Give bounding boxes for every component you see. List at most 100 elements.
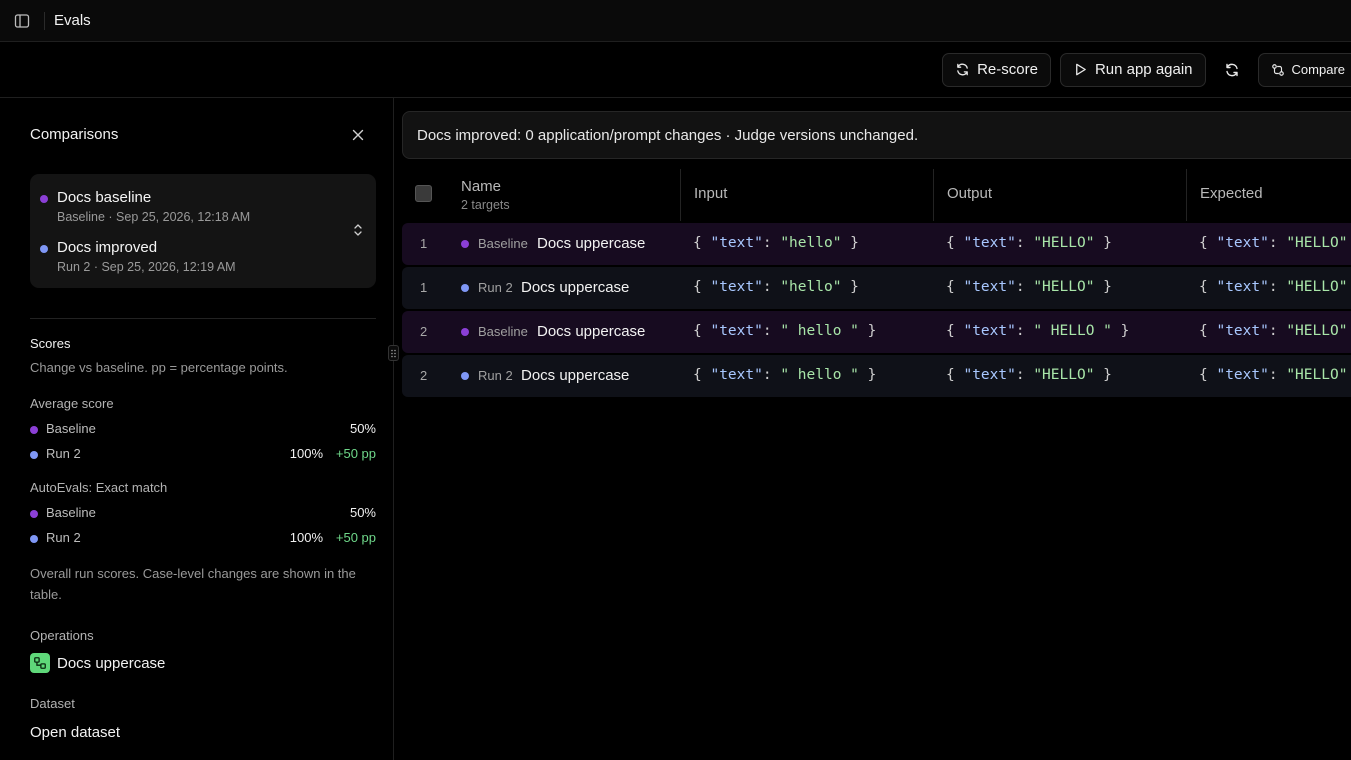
run-selector[interactable]: Docs baseline Baseline · Sep 25, 2026, 1… <box>30 174 376 288</box>
run2-dot <box>461 372 469 380</box>
operation-name: Docs uppercase <box>57 654 166 672</box>
open-dataset-link[interactable]: Open dataset <box>30 724 120 741</box>
table-row[interactable]: 2 Run 2 Docs uppercase { "text": " hello… <box>402 355 1351 397</box>
column-expected-label: Expected <box>1200 185 1263 202</box>
run-tag: Run 2 <box>478 368 513 383</box>
output-cell: { "text": "HELLO" } <box>946 279 1112 295</box>
select-all-checkbox[interactable] <box>415 185 432 202</box>
output-cell: { "text": "HELLO" } <box>946 367 1112 383</box>
run-meta: Run 2 · Sep 25, 2026, 12:19 AM <box>57 260 236 274</box>
score-row-run2: Run 2 100% +50 pp <box>30 530 376 548</box>
rescore-label: Re-score <box>977 61 1038 78</box>
page-title: Evals <box>54 12 91 29</box>
sidebar-toggle-icon[interactable] <box>0 0 44 42</box>
table-header: Name 2 targets Input Output Expected <box>402 169 1351 221</box>
run-app-again-button[interactable]: Run app again <box>1059 52 1206 87</box>
main-panel: Docs improved: 0 application/prompt chan… <box>395 98 1351 760</box>
rescore-button[interactable]: Re-score <box>942 52 1051 87</box>
operations-label: Operations <box>30 628 94 643</box>
score-label: Run 2 <box>46 530 81 545</box>
column-name-sub: 2 targets <box>461 198 510 212</box>
table-row[interactable]: 1 Baseline Docs uppercase { "text": "hel… <box>402 223 1351 265</box>
expected-cell: { "text": "HELLO" } <box>1199 367 1348 383</box>
score-value: 50% <box>349 421 376 436</box>
table-row[interactable]: 2 Baseline Docs uppercase { "text": " he… <box>402 311 1351 353</box>
expected-cell: { "text": "HELLO" } <box>1199 323 1348 339</box>
operation-icon <box>30 653 50 673</box>
dataset-label: Dataset <box>30 696 75 711</box>
column-expected[interactable]: Expected <box>1186 169 1351 221</box>
input-cell: { "text": "hello" } <box>693 279 859 295</box>
run2-dot <box>40 245 48 253</box>
divider <box>30 318 376 319</box>
table-row[interactable]: 1 Run 2 Docs uppercase { "text": "hello"… <box>402 267 1351 309</box>
baseline-dot <box>30 510 38 518</box>
run-name: Docs improved <box>57 239 158 256</box>
row-name: Docs uppercase <box>537 235 646 252</box>
comparisons-panel: Comparisons Docs baseline Baseline · Sep… <box>0 98 394 760</box>
score-delta: +50 pp <box>335 530 376 545</box>
score-row-run2: Run 2 100% +50 pp <box>30 446 376 464</box>
output-cell: { "text": "HELLO" } <box>946 235 1112 251</box>
input-cell: { "text": "hello" } <box>693 235 859 251</box>
expected-cell: { "text": "HELLO" } <box>1199 279 1348 295</box>
play-icon <box>1076 63 1086 76</box>
scores-title: Scores <box>30 336 71 351</box>
metric-label: Average score <box>30 396 114 411</box>
baseline-dot <box>30 426 38 434</box>
expected-cell: { "text": "HELLO" } <box>1199 235 1348 251</box>
row-name: Docs uppercase <box>521 279 630 296</box>
column-name-label: Name <box>461 178 502 195</box>
output-cell: { "text": " HELLO " } <box>946 323 1130 339</box>
reload-button[interactable] <box>1215 53 1249 87</box>
column-output-label: Output <box>947 185 993 202</box>
overall-note: Overall run scores. Case-level changes a… <box>30 566 356 602</box>
row-name: Docs uppercase <box>521 367 630 384</box>
score-row-baseline: Baseline 50% <box>30 421 376 439</box>
run2-dot <box>30 451 38 459</box>
row-index: 1 <box>420 236 428 251</box>
run-tag: Run 2 <box>478 280 513 295</box>
baseline-dot <box>461 240 469 248</box>
score-value: 100% <box>289 446 323 461</box>
row-index: 1 <box>420 280 428 295</box>
compare-label: Compare <box>1291 62 1345 77</box>
run-app-again-label: Run app again <box>1094 61 1193 78</box>
score-label: Run 2 <box>46 446 81 461</box>
metric-label: AutoEvals: Exact match <box>30 480 168 495</box>
input-cell: { "text": " hello " } <box>693 367 877 383</box>
baseline-dot <box>40 195 48 203</box>
row-index: 2 <box>420 324 428 339</box>
row-name: Docs uppercase <box>537 323 646 340</box>
refresh-icon <box>957 63 968 76</box>
baseline-dot <box>461 328 469 336</box>
input-cell: { "text": " hello " } <box>693 323 877 339</box>
run2-dot <box>461 284 469 292</box>
compare-icon <box>1271 63 1284 76</box>
score-label: Baseline <box>46 505 96 520</box>
score-row-baseline: Baseline 50% <box>30 505 376 523</box>
toolbar: Re-score Run app again Compare <box>0 42 1351 98</box>
compare-button[interactable]: Compare <box>1257 52 1351 87</box>
divider <box>44 11 45 30</box>
score-delta: +50 pp <box>335 446 376 461</box>
run-tag: Baseline <box>478 324 528 339</box>
run-name: Docs baseline <box>57 189 152 206</box>
scores-note: Change vs baseline. pp = percentage poin… <box>30 360 288 375</box>
comparisons-title: Comparisons <box>30 126 119 143</box>
column-output[interactable]: Output <box>933 169 1186 221</box>
run2-dot <box>30 535 38 543</box>
run-tag: Baseline <box>478 236 528 251</box>
score-label: Baseline <box>46 421 96 436</box>
column-input[interactable]: Input <box>680 169 933 221</box>
score-value: 100% <box>289 530 323 545</box>
refresh-icon <box>1225 63 1238 76</box>
score-value: 50% <box>349 505 376 520</box>
close-icon[interactable] <box>350 127 366 143</box>
operation-item[interactable]: Docs uppercase <box>30 653 165 673</box>
top-bar: Evals <box>0 0 1351 42</box>
row-index: 2 <box>420 368 428 383</box>
chevron-up-down-icon <box>352 223 364 240</box>
column-name[interactable]: Name 2 targets <box>461 169 681 221</box>
run-meta: Baseline · Sep 25, 2026, 12:18 AM <box>57 210 251 224</box>
